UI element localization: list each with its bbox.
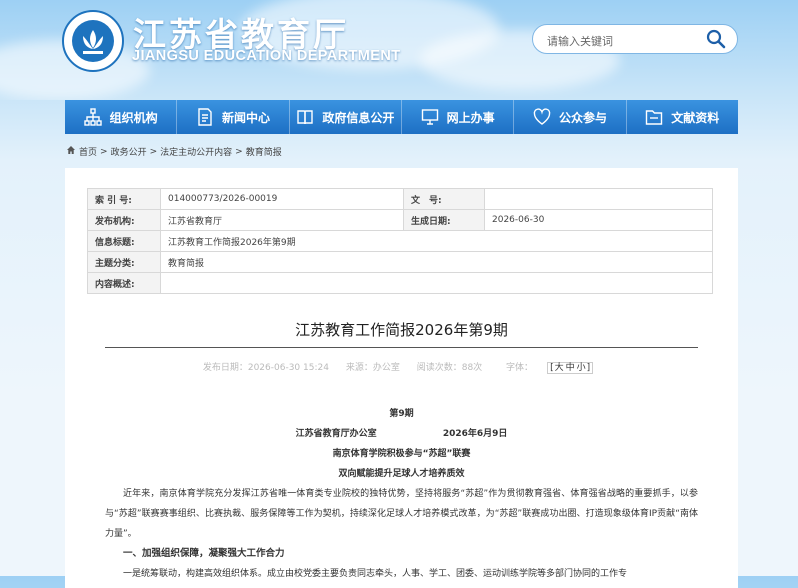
- table-row: 主题分类: 教育简报: [87, 251, 713, 273]
- nav-item-organization[interactable]: 组织机构: [65, 100, 178, 134]
- emblem-icon: [62, 10, 124, 72]
- headline: 南京体育学院积极参与“苏超”联赛: [332, 449, 471, 459]
- breadcrumb-gov-affairs[interactable]: 政务公开: [111, 145, 147, 158]
- title-divider: [105, 347, 698, 348]
- subheadline: 双向赋能提升足球人才培养质效: [338, 469, 465, 479]
- search-input[interactable]: [545, 31, 699, 51]
- font-size-switcher: [大中小]: [547, 362, 594, 374]
- topic-label: 主题分类:: [87, 251, 161, 273]
- view-count: 阅读次数：88次: [416, 363, 483, 373]
- site-subtitle: JIANGSU EDUCATION DEPARTMENT: [132, 48, 401, 64]
- table-row: 内容概述:: [87, 272, 713, 294]
- table-row: 信息标题: 江苏教育工作简报2026年第9期: [87, 230, 713, 252]
- org-label: 发布机构:: [87, 209, 161, 231]
- summary-value: [160, 272, 713, 294]
- summary-label: 内容概述:: [87, 272, 161, 294]
- logo[interactable]: [62, 10, 126, 74]
- article-info: 发布日期：2026-06-30 15:24 来源：办公室 阅读次数：88次 字体…: [65, 360, 738, 374]
- font-size-large[interactable]: 大: [555, 363, 564, 373]
- breadcrumb-briefing[interactable]: 教育简报: [246, 145, 282, 158]
- index-label: 索 引 号:: [87, 188, 161, 210]
- nav-label: 新闻中心: [221, 110, 270, 125]
- issuing-office: 江苏省教育厅办公室: [295, 429, 377, 439]
- paragraph: 一是统筹联动，构建高效组织体系。成立由校党委主要负责同志牵头，人事、学工、团委、…: [123, 569, 628, 579]
- article-body: 第9期 江苏省教育厅办公室 2026年6月9日 南京体育学院积极参与“苏超”联赛…: [105, 404, 698, 584]
- nav-item-disclosure[interactable]: 政府信息公开: [290, 100, 402, 134]
- title-label: 信息标题:: [87, 230, 161, 252]
- folder-icon: [645, 108, 663, 126]
- nav-label: 网上办事: [446, 110, 495, 125]
- book-icon: [296, 108, 314, 126]
- breadcrumb-home[interactable]: 首页: [79, 145, 97, 158]
- nav-item-online-services[interactable]: 网上办事: [402, 100, 515, 134]
- search-icon[interactable]: [705, 29, 727, 49]
- font-size-medium[interactable]: 中: [566, 363, 575, 373]
- nav-label: 公众参与: [558, 110, 607, 125]
- main-nav: 组织机构 新闻中心 政府信息公开 网上办事 公众参与 文献资料: [65, 100, 738, 134]
- nav-label: 文献资料: [671, 110, 720, 125]
- section-heading: 一、加强组织保障，凝聚强大工作合力: [123, 548, 285, 559]
- font-size-small[interactable]: 小: [577, 363, 586, 373]
- org-value: 江苏省教育厅: [160, 209, 404, 231]
- font-size-label: 字体：: [506, 363, 534, 373]
- nav-item-public-participation[interactable]: 公众参与: [514, 100, 627, 134]
- breadcrumb: 首页 > 政务公开 > 法定主动公开内容 > 教育简报: [66, 145, 282, 158]
- issue-office-line: 江苏省教育厅办公室 2026年6月9日: [105, 424, 698, 444]
- table-row: 索 引 号: 014000773/2026-00019 文 号:: [87, 188, 713, 210]
- title-value: 江苏教育工作简报2026年第9期: [160, 230, 713, 252]
- org-chart-icon: [83, 108, 102, 126]
- home-icon: [66, 145, 76, 158]
- content-panel: 索 引 号: 014000773/2026-00019 文 号: 发布机构: 江…: [65, 168, 738, 588]
- topic-value: 教育简报: [160, 251, 713, 273]
- nav-item-news[interactable]: 新闻中心: [177, 100, 290, 134]
- article-title: 江苏教育工作简报2026年第9期: [295, 321, 508, 339]
- nav-item-documents[interactable]: 文献资料: [627, 100, 738, 134]
- paragraph: 近年来，南京体育学院充分发挥江苏省唯一体育类专业院校的独特优势，坚持将服务“苏超…: [105, 489, 698, 539]
- search-box: [532, 24, 738, 54]
- doc-no-label: 文 号:: [403, 188, 485, 210]
- issue-number: 第9期: [389, 409, 414, 419]
- heart-icon: [533, 108, 551, 126]
- nav-label: 政府信息公开: [322, 110, 395, 125]
- publish-time: 发布日期：2026-06-30 15:24: [202, 363, 329, 373]
- monitor-icon: [421, 108, 439, 126]
- issue-date: 2026年6月9日: [442, 429, 508, 439]
- doc-no-value: [484, 188, 713, 210]
- nav-label: 组织机构: [109, 110, 158, 125]
- table-row: 发布机构: 江苏省教育厅 生成日期: 2026-06-30: [87, 209, 713, 231]
- date-value: 2026-06-30: [484, 209, 713, 231]
- article-source: 来源：办公室: [345, 363, 400, 373]
- index-value: 014000773/2026-00019: [160, 188, 404, 210]
- breadcrumb-statutory[interactable]: 法定主动公开内容: [160, 145, 232, 158]
- document-icon: [196, 108, 214, 126]
- date-label: 生成日期:: [403, 209, 485, 231]
- metadata-table: 索 引 号: 014000773/2026-00019 文 号: 发布机构: 江…: [87, 188, 713, 294]
